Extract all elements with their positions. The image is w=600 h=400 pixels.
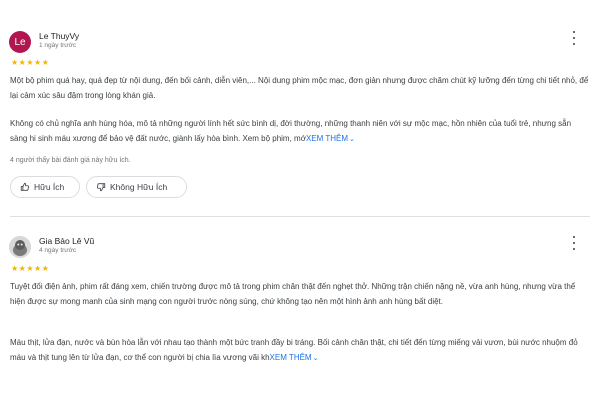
review-author[interactable]: Gia Bảo Lê Vũ: [39, 236, 94, 246]
review-time: 4 ngày trước: [39, 247, 77, 254]
review-text-truncated: Không có chủ nghĩa anh hùng hóa, mô tả n…: [10, 119, 572, 143]
thumb-up-icon: [20, 182, 29, 191]
helpful-count: 4 người thấy bài đánh giá này hữu ích.: [10, 157, 131, 164]
more-vert-icon: [572, 236, 576, 239]
star-icon: ★★★★★: [11, 264, 50, 273]
chevron-down-icon: ⌄: [312, 354, 319, 362]
divider: [10, 216, 590, 217]
review-text: Một bộ phim quá hay, quá đẹp từ nội dung…: [10, 76, 589, 100]
review-text: Máu thịt, lửa đạn, nước và bùn hòa lẫn v…: [10, 336, 590, 366]
more-vert-icon: [572, 31, 576, 34]
more-options-button[interactable]: [570, 31, 578, 45]
thumb-down-icon: [97, 183, 106, 192]
not-helpful-label: Không Hữu Ích: [110, 182, 168, 192]
avatar[interactable]: Le: [9, 31, 31, 53]
review-time: 1 ngày trước: [39, 42, 77, 49]
star-rating: ★★★★★: [11, 264, 49, 273]
not-helpful-button[interactable]: Không Hữu Ích: [86, 176, 187, 198]
review-text: Không có chủ nghĩa anh hùng hóa, mô tả n…: [10, 117, 590, 147]
avatar-image: [9, 236, 31, 258]
helpful-label: Hữu Ích: [34, 182, 65, 192]
star-rating: ★★★★★: [11, 58, 49, 67]
review-author[interactable]: Le ThuyVy: [39, 31, 79, 41]
see-more-link[interactable]: XEM THÊM⌄: [306, 134, 355, 143]
avatar[interactable]: [9, 236, 31, 258]
more-options-button[interactable]: [570, 236, 578, 250]
helpful-button[interactable]: Hữu Ích: [10, 176, 80, 198]
see-more-link[interactable]: XEM THÊM⌄: [270, 353, 319, 362]
star-icon: ★★★★★: [11, 58, 50, 67]
chevron-down-icon: ⌄: [349, 135, 355, 143]
review-text: Tuyệt đối điện ảnh, phim rất đáng xem, c…: [10, 282, 576, 306]
